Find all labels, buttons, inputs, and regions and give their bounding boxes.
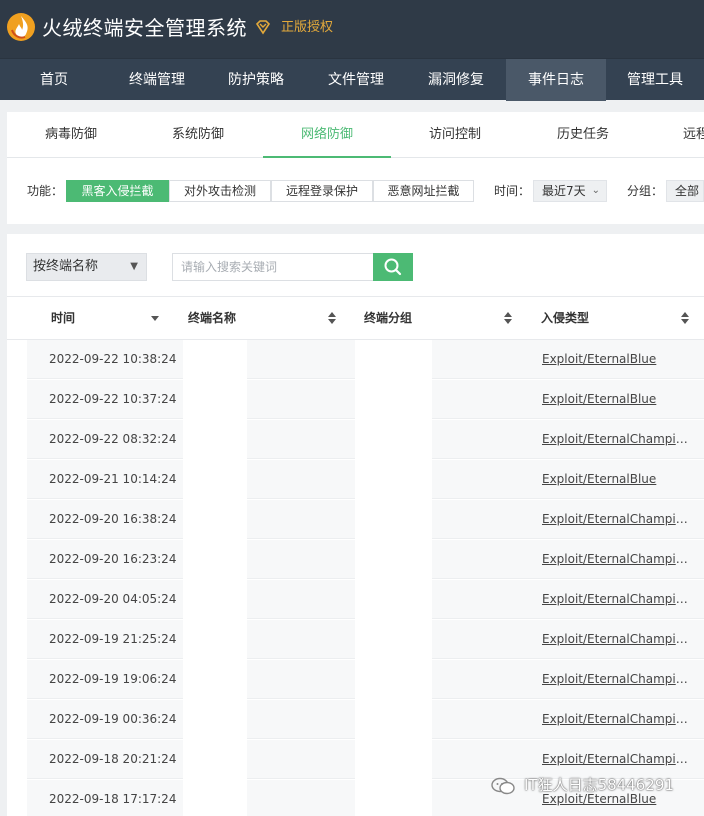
group-label: 分组：: [627, 184, 664, 198]
nav-item-terminal-management[interactable]: 终端管理: [108, 59, 206, 101]
table-row[interactable]: 2022-09-22 10:37:24 Exploit/EternalBlue: [27, 380, 704, 420]
function-label: 功能：: [27, 184, 64, 198]
nav-item-event-log[interactable]: 事件日志: [506, 59, 606, 101]
chevron-down-icon: ▼: [130, 261, 138, 272]
cell-time: 2022-09-19 00:36:24: [27, 700, 183, 739]
cell-intrusion-type-link[interactable]: Exploit/EternalChampio...: [542, 420, 692, 459]
sort-icon[interactable]: [327, 311, 337, 325]
cell-time: 2022-09-22 08:32:24: [27, 420, 183, 459]
nav-item-vulnerability-repair[interactable]: 漏洞修复: [406, 59, 506, 101]
time-select[interactable]: 最近7天 ⌄: [533, 180, 607, 202]
time-select-value: 最近7天: [542, 184, 586, 198]
cell-terminal-name: [247, 500, 355, 539]
log-table-panel: 按终端名称 ▼ 时间 终端名称 终端分组 入侵类型 2022-09-22 10:…: [7, 234, 704, 816]
header-intrusion-type[interactable]: 入侵类型: [541, 297, 589, 339]
group-select[interactable]: 全部: [666, 180, 704, 202]
cell-time: 2022-09-19 19:06:24: [27, 660, 183, 699]
cell-intrusion-type-link[interactable]: Exploit/EternalBlue: [542, 340, 692, 379]
cell-terminal-name: [247, 580, 355, 619]
cell-time: 2022-09-20 16:23:24: [27, 540, 183, 579]
header-terminal-group[interactable]: 终端分组: [364, 297, 412, 339]
search-button[interactable]: [373, 253, 413, 281]
filter-hacker-intrusion-button[interactable]: 黑客入侵拦截: [66, 180, 169, 202]
cell-time: 2022-09-18 17:17:24: [27, 780, 183, 816]
cell-intrusion-type-link[interactable]: Exploit/EternalChampio...: [542, 580, 692, 619]
log-tabs: 病毒防御 系统防御 网络防御 访问控制 历史任务 远程: [7, 112, 704, 158]
search-icon: [384, 258, 402, 276]
cell-time: 2022-09-22 10:37:24: [27, 380, 183, 419]
search-field-select[interactable]: 按终端名称 ▼: [26, 253, 147, 281]
filter-row: 功能： 黑客入侵拦截 对外攻击检测 远程登录保护 恶意网址拦截 时间： 最近7天…: [7, 158, 704, 224]
cell-terminal-name: [247, 620, 355, 659]
table-row[interactable]: 2022-09-20 16:38:24 Exploit/EternalChampi…: [27, 500, 704, 540]
watermark-text: IT狂人日志58446291: [524, 776, 674, 794]
nav-item-protection-policy[interactable]: 防护策略: [206, 59, 306, 101]
cell-time: 2022-09-19 21:25:24: [27, 620, 183, 659]
app-title: 火绒终端安全管理系统: [42, 16, 247, 40]
cell-intrusion-type-link[interactable]: Exploit/EternalBlue: [542, 380, 692, 419]
tab-virus-defense[interactable]: 病毒防御: [17, 112, 125, 158]
cell-intrusion-type-link[interactable]: Exploit/EternalBlue: [542, 460, 692, 499]
search-input[interactable]: [172, 253, 374, 281]
cell-time: 2022-09-21 10:14:24: [27, 460, 183, 499]
cell-terminal-name: [247, 460, 355, 499]
table-header: 时间 终端名称 终端分组 入侵类型: [7, 296, 704, 340]
table-row[interactable]: 2022-09-19 00:36:24 Exploit/EternalChampi…: [27, 700, 704, 740]
filter-outbound-attack-button[interactable]: 对外攻击检测: [169, 180, 271, 202]
app-header: 火绒终端安全管理系统 正版授权: [0, 0, 704, 58]
tab-system-defense[interactable]: 系统防御: [137, 112, 259, 158]
header-time[interactable]: 时间: [51, 297, 75, 339]
cell-terminal-name: [247, 700, 355, 739]
time-label: 时间：: [494, 184, 531, 198]
main-nav: 首页 终端管理 防护策略 文件管理 漏洞修复 事件日志 管理工具: [0, 58, 704, 101]
wechat-icon: [491, 777, 515, 795]
tab-network-defense[interactable]: 网络防御: [263, 112, 391, 158]
filter-malicious-url-button[interactable]: 恶意网址拦截: [373, 180, 474, 202]
table-row[interactable]: 2022-09-22 08:32:24 Exploit/EternalChampi…: [27, 420, 704, 460]
header-terminal-name[interactable]: 终端名称: [188, 297, 236, 339]
cell-intrusion-type-link[interactable]: Exploit/EternalChampio...: [542, 700, 692, 739]
cell-terminal-name: [247, 420, 355, 459]
table-row[interactable]: 2022-09-22 10:38:24 Exploit/EternalBlue: [27, 340, 704, 380]
table-row[interactable]: 2022-09-21 10:14:24 Exploit/EternalBlue: [27, 460, 704, 500]
cell-terminal-name: [247, 340, 355, 379]
cell-intrusion-type-link[interactable]: Exploit/EternalChampio...: [542, 540, 692, 579]
cell-intrusion-type-link[interactable]: Exploit/EternalChampio...: [542, 660, 692, 699]
license-status: 正版授权: [281, 20, 334, 35]
filter-remote-login-button[interactable]: 远程登录保护: [271, 180, 373, 202]
sort-icon[interactable]: [680, 311, 690, 325]
tab-access-control[interactable]: 访问控制: [391, 112, 519, 158]
tab-remote[interactable]: 远程: [683, 112, 704, 158]
nav-item-management-tools[interactable]: 管理工具: [606, 59, 704, 101]
sort-icon[interactable]: [503, 311, 513, 325]
tab-history-tasks[interactable]: 历史任务: [519, 112, 647, 158]
cell-time: 2022-09-20 04:05:24: [27, 580, 183, 619]
cell-time: 2022-09-22 10:38:24: [27, 340, 183, 379]
sort-desc-icon[interactable]: [150, 311, 160, 325]
nav-item-file-management[interactable]: 文件管理: [306, 59, 406, 101]
cell-time: 2022-09-20 16:38:24: [27, 500, 183, 539]
table-row[interactable]: 2022-09-19 19:06:24 Exploit/EternalChampi…: [27, 660, 704, 700]
cell-terminal-name: [247, 740, 355, 779]
diamond-badge-icon: [255, 20, 271, 35]
table-row[interactable]: 2022-09-20 04:05:24 Exploit/EternalChampi…: [27, 580, 704, 620]
chevron-down-icon: ⌄: [591, 185, 600, 196]
table-row[interactable]: 2022-09-19 21:25:24 Exploit/EternalChampi…: [27, 620, 704, 660]
huorong-flame-logo: [7, 13, 35, 41]
table-row[interactable]: 2022-09-20 16:23:24 Exploit/EternalChampi…: [27, 540, 704, 580]
cell-time: 2022-09-18 20:21:24: [27, 740, 183, 779]
nav-item-home[interactable]: 首页: [0, 59, 108, 101]
cell-terminal-name: [247, 380, 355, 419]
cell-intrusion-type-link[interactable]: Exploit/EternalChampio...: [542, 500, 692, 539]
cell-terminal-name: [247, 780, 355, 816]
filter-panel: 病毒防御 系统防御 网络防御 访问控制 历史任务 远程 功能： 黑客入侵拦截 对…: [7, 112, 704, 224]
cell-intrusion-type-link[interactable]: Exploit/EternalChampio...: [542, 620, 692, 659]
group-select-value: 全部: [675, 184, 700, 198]
search-field-value: 按终端名称: [33, 259, 99, 274]
cell-terminal-name: [247, 660, 355, 699]
cell-terminal-name: [247, 540, 355, 579]
